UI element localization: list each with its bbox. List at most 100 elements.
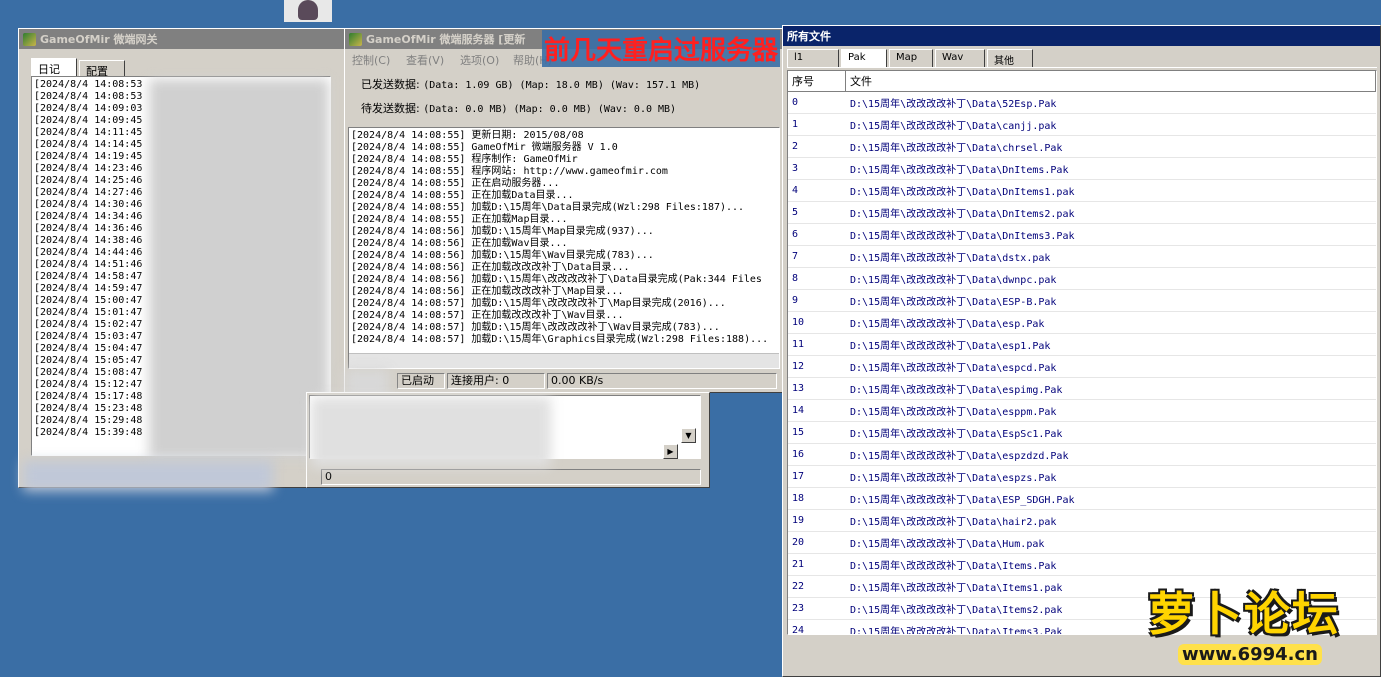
status-users: 连接用户: 0	[447, 373, 545, 389]
log-line: [2024/8/4 14:08:55] GameOfMir 微端服务器 V 1.…	[351, 142, 618, 153]
log-line: [2024/8/4 14:08:55] 程序制作: GameOfMir	[351, 154, 578, 165]
column-file-label: 文件	[850, 75, 872, 88]
table-row[interactable]: 8 D:\15周年\改改改改补丁\Data\dwnpc.pak	[788, 268, 1376, 290]
row-file-path: D:\15周年\改改改改补丁\Data\dwnpc.pak	[850, 275, 1057, 286]
row-file-path: D:\15周年\改改改改补丁\Data\52Esp.Pak	[850, 99, 1057, 110]
pending-values: (Data: 0.0 MB) (Map: 0.0 MB) (Wav: 0.0 M…	[423, 104, 677, 115]
log-line: [2024/8/4 14:08:57] 加载D:\15周年\改改改改补丁\Map…	[351, 298, 726, 309]
tab-config[interactable]: 配置	[79, 60, 125, 78]
app-icon	[23, 32, 36, 46]
row-file-path: D:\15周年\改改改改补丁\Data\ESP-B.Pak	[850, 297, 1057, 308]
server-log-list: [2024/8/4 14:08:55] 更新日期: 2015/08/08 [202…	[351, 130, 777, 346]
tab-log[interactable]: 日记	[31, 58, 77, 76]
table-row[interactable]: 2 D:\15周年\改改改改补丁\Data\chrsel.Pak	[788, 136, 1376, 158]
table-row[interactable]: 6 D:\15周年\改改改改补丁\Data\DnItems3.Pak	[788, 224, 1376, 246]
menu-view[interactable]: 查看(V)	[406, 52, 444, 68]
table-row[interactable]: 17 D:\15周年\改改改改补丁\Data\espzs.Pak	[788, 466, 1376, 488]
table-row[interactable]: 11 D:\15周年\改改改改补丁\Data\esp1.Pak	[788, 334, 1376, 356]
gateway-titlebar[interactable]: GameOfMir 微端网关	[19, 29, 345, 49]
column-file[interactable]: 文件	[846, 71, 1376, 91]
files-titlebar[interactable]: 所有文件	[783, 26, 1380, 46]
server-log-panel[interactable]: [2024/8/4 14:08:55] 更新日期: 2015/08/08 [202…	[348, 127, 780, 369]
row-index: 23	[792, 603, 805, 614]
background-window: ▼ ▶ 0	[306, 392, 710, 488]
row-index: 13	[792, 383, 805, 394]
log-line: [2024/8/4 14:08:57] 加载D:\15周年\改改改改补丁\Wav…	[351, 322, 720, 333]
forum-watermark: 萝卜论坛 www.6994.cn	[1132, 578, 1368, 674]
row-index: 6	[792, 229, 799, 240]
row-index: 2	[792, 141, 799, 152]
row-index: 14	[792, 405, 805, 416]
table-row[interactable]: 1 D:\15周年\改改改改补丁\Data\canjj.pak	[788, 114, 1376, 136]
files-tab-label: 其他	[994, 56, 1014, 67]
log-line: [2024/8/4 14:08:56] 正在加载改改改补丁\Map目录...	[351, 286, 624, 297]
table-row[interactable]: 9 D:\15周年\改改改改补丁\Data\ESP-B.Pak	[788, 290, 1376, 312]
row-file-path: D:\15周年\改改改改补丁\Data\esp1.Pak	[850, 341, 1051, 352]
row-index: 7	[792, 251, 799, 262]
watermark-title: 萝卜论坛	[1148, 587, 1340, 641]
redacted-area	[149, 79, 329, 459]
table-row[interactable]: 15 D:\15周年\改改改改补丁\Data\EspSc1.Pak	[788, 422, 1376, 444]
menu-options[interactable]: 选项(O)	[460, 52, 499, 68]
table-row[interactable]: 4 D:\15周年\改改改改补丁\Data\DnItems1.pak	[788, 180, 1376, 202]
files-tab-2[interactable]: Map	[889, 49, 933, 67]
files-tab-0[interactable]: l1	[787, 49, 839, 67]
table-row[interactable]: 7 D:\15周年\改改改改补丁\Data\dstx.pak	[788, 246, 1376, 268]
table-row[interactable]: 13 D:\15周年\改改改改补丁\Data\espimg.Pak	[788, 378, 1376, 400]
table-row[interactable]: 16 D:\15周年\改改改改补丁\Data\espzdzd.Pak	[788, 444, 1376, 466]
row-file-path: D:\15周年\改改改改补丁\Data\EspSc1.Pak	[850, 429, 1063, 440]
redacted-area	[311, 397, 551, 467]
row-file-path: D:\15周年\改改改改补丁\Data\ESP_SDGH.Pak	[850, 495, 1075, 506]
row-file-path: D:\15周年\改改改改补丁\Data\DnItems3.Pak	[850, 231, 1075, 242]
sent-label: 已发送数据:	[361, 78, 420, 91]
table-row[interactable]: 21 D:\15周年\改改改改补丁\Data\Items.Pak	[788, 554, 1376, 576]
table-row[interactable]: 12 D:\15周年\改改改改补丁\Data\espcd.Pak	[788, 356, 1376, 378]
status-users-label: 连接用户: 0	[451, 374, 510, 387]
log-horizontal-scrollbar[interactable]	[349, 353, 779, 368]
log-line: [2024/8/4 14:08:55] 更新日期: 2015/08/08	[351, 130, 584, 141]
background-status: 0	[321, 469, 701, 485]
table-row[interactable]: 5 D:\15周年\改改改改补丁\Data\DnItems2.pak	[788, 202, 1376, 224]
scroll-down-button[interactable]: ▼	[681, 428, 696, 443]
table-row[interactable]: 3 D:\15周年\改改改改补丁\Data\DnItems.Pak	[788, 158, 1376, 180]
redacted-area	[23, 461, 273, 491]
files-title: 所有文件	[787, 30, 831, 43]
row-file-path: D:\15周年\改改改改补丁\Data\dstx.pak	[850, 253, 1051, 264]
table-row[interactable]: 20 D:\15周年\改改改改补丁\Data\Hum.pak	[788, 532, 1376, 554]
row-index: 16	[792, 449, 805, 460]
menu-control[interactable]: 控制(C)	[352, 52, 390, 68]
log-line: [2024/8/4 14:08:57] 加载D:\15周年\Graphics目录…	[351, 334, 769, 345]
row-file-path: D:\15周年\改改改改补丁\Data\DnItems2.pak	[850, 209, 1075, 220]
files-list-header: 序号 文件	[788, 71, 1376, 92]
files-tab-1[interactable]: Pak	[841, 49, 887, 67]
column-index-label: 序号	[792, 75, 814, 88]
table-row[interactable]: 14 D:\15周年\改改改改补丁\Data\esppm.Pak	[788, 400, 1376, 422]
column-index[interactable]: 序号	[788, 71, 846, 91]
log-line: [2024/8/4 14:08:56] 加载D:\15周年\Map目录完成(93…	[351, 226, 654, 237]
row-file-path: D:\15周年\改改改改补丁\Data\Items.Pak	[850, 561, 1057, 572]
files-tab-4[interactable]: 其他	[987, 49, 1033, 67]
scroll-right-button[interactable]: ▶	[663, 444, 678, 459]
files-tab-3[interactable]: Wav	[935, 49, 985, 67]
row-file-path: D:\15周年\改改改改补丁\Data\espzs.Pak	[850, 473, 1057, 484]
table-row[interactable]: 18 D:\15周年\改改改改补丁\Data\ESP_SDGH.Pak	[788, 488, 1376, 510]
files-tab-label: l1	[794, 52, 804, 63]
log-line: [2024/8/4 14:08:56] 加载D:\15周年\改改改改补丁\Dat…	[351, 274, 762, 285]
status-running: 已启动	[397, 373, 445, 389]
log-line: [2024/8/4 14:08:56] 加载D:\15周年\Wav目录完成(78…	[351, 250, 654, 261]
files-list-panel[interactable]: 序号 文件 0 D:\15周年\改改改改补丁\Data\52Esp.Pak 1 D:\…	[787, 70, 1377, 635]
row-index: 12	[792, 361, 805, 372]
files-tab-label: Pak	[848, 52, 866, 63]
annotation-text: 前几天重启过服务器	[542, 30, 781, 67]
row-index: 5	[792, 207, 799, 218]
desktop-avatar[interactable]	[284, 0, 332, 22]
row-index: 17	[792, 471, 805, 482]
table-row[interactable]: 0 D:\15周年\改改改改补丁\Data\52Esp.Pak	[788, 92, 1376, 114]
row-index: 11	[792, 339, 805, 350]
table-row[interactable]: 10 D:\15周年\改改改改补丁\Data\esp.Pak	[788, 312, 1376, 334]
row-index: 9	[792, 295, 799, 306]
files-tab-label: Map	[896, 52, 918, 63]
table-row[interactable]: 19 D:\15周年\改改改改补丁\Data\hair2.pak	[788, 510, 1376, 532]
row-index: 20	[792, 537, 805, 548]
avatar-figure	[298, 0, 318, 20]
